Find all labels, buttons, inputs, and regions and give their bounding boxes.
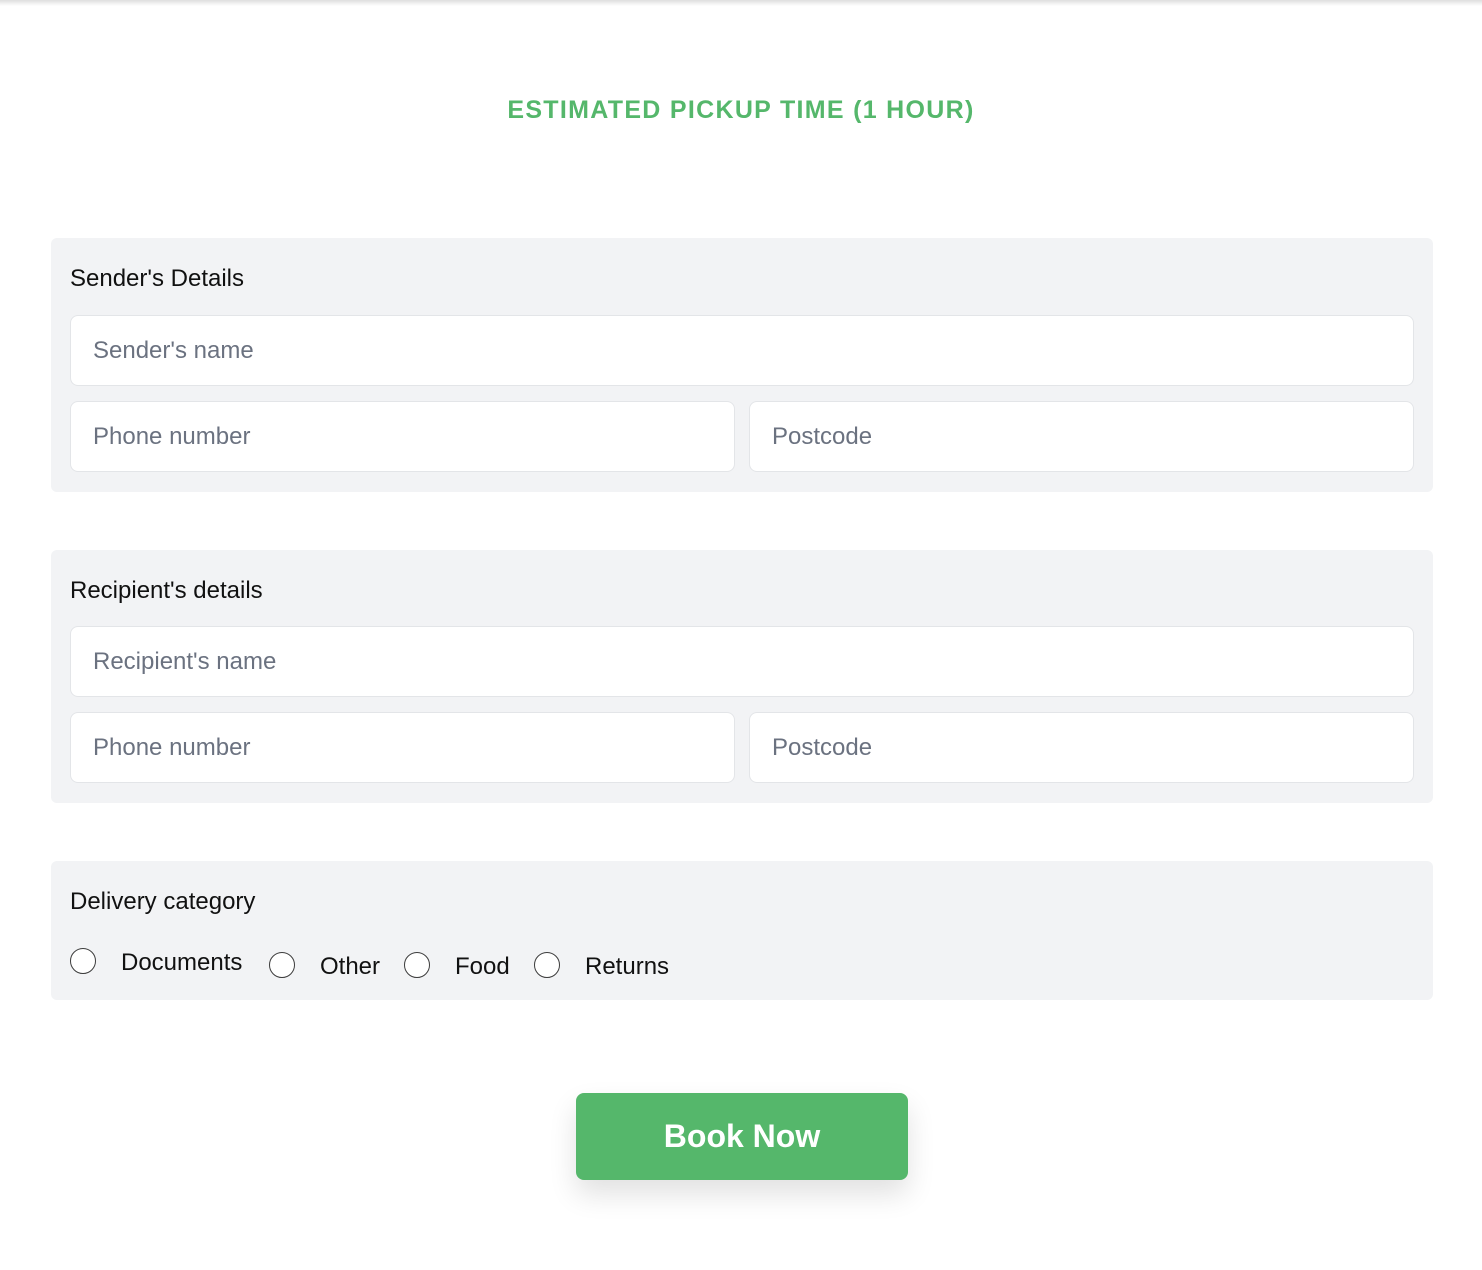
recipient-details-title: Recipient's details <box>70 577 263 604</box>
recipient-details-section: Recipient's details <box>51 550 1433 803</box>
radio-label-documents: Documents <box>121 949 243 976</box>
sender-postcode-input[interactable] <box>749 401 1414 472</box>
sender-details-title: Sender's Details <box>70 265 244 292</box>
radio-label-returns: Returns <box>585 953 670 980</box>
top-shadow <box>0 0 1482 6</box>
radio-circle-icon[interactable] <box>404 952 430 978</box>
recipient-phone-input[interactable] <box>70 712 735 783</box>
recipient-postcode-input[interactable] <box>749 712 1414 783</box>
recipient-name-input[interactable] <box>70 626 1414 697</box>
sender-name-input[interactable] <box>70 315 1414 386</box>
delivery-category-title: Delivery category <box>70 888 256 915</box>
sender-details-section: Sender's Details <box>51 238 1433 492</box>
radio-label-food: Food <box>455 953 510 980</box>
sender-phone-input[interactable] <box>70 401 735 472</box>
delivery-category-section: Delivery category Documents Other Food R… <box>51 861 1433 1000</box>
pickup-time-heading: ESTIMATED PICKUP TIME (1 HOUR) <box>507 96 975 124</box>
radio-label-other: Other <box>320 953 381 980</box>
radio-circle-icon[interactable] <box>269 952 295 978</box>
book-now-button[interactable]: Book Now <box>576 1093 908 1180</box>
radio-circle-icon[interactable] <box>70 948 96 974</box>
radio-circle-icon[interactable] <box>534 952 560 978</box>
